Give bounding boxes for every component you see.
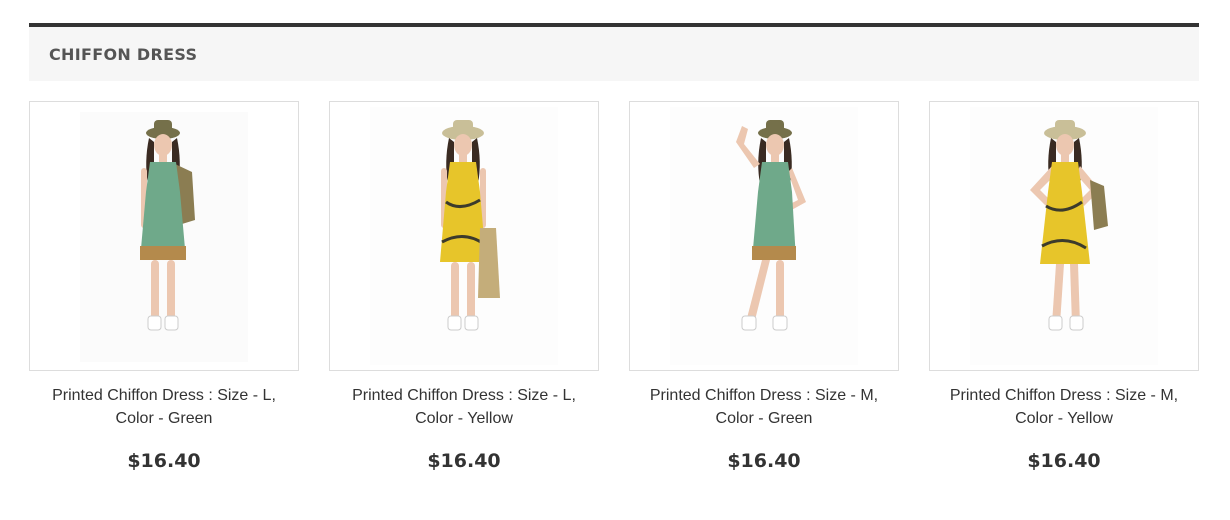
chiffon-dress-block: CHIFFON DRESS Printed Chiffon Dress: Si… [29, 23, 1199, 472]
block-header: CHIFFON DRESS [29, 23, 1199, 81]
product-card: Printed Chiffon Dress : Size - L, Color … [329, 101, 599, 472]
product-price: $16.40 [1027, 450, 1101, 472]
product-photo [370, 107, 558, 365]
product-card: Printed Chiffon Dress : Size - M, Color … [629, 101, 899, 472]
product-image-link[interactable] [329, 101, 599, 371]
product-photo [970, 107, 1158, 365]
product-name-link[interactable]: Printed Chiffon Dress : Size - M, Color … [642, 384, 887, 430]
product-photo [670, 107, 858, 365]
product-image-link[interactable] [929, 101, 1199, 371]
product-image-link[interactable] [29, 101, 299, 371]
product-card: Printed Chiffon Dress : Size - M, Color … [929, 101, 1199, 472]
product-name-link[interactable]: Printed Chiffon Dress : Size - M, Color … [942, 384, 1187, 430]
product-image-link[interactable] [629, 101, 899, 371]
product-name-link[interactable]: Printed Chiffon Dress : Size - L, Color … [342, 384, 587, 430]
product-price: $16.40 [127, 450, 201, 472]
product-price: $16.40 [727, 450, 801, 472]
product-price: $16.40 [427, 450, 501, 472]
product-name-link[interactable]: Printed Chiffon Dress : Size - L, Color … [42, 384, 287, 430]
block-title: CHIFFON DRESS [49, 44, 198, 64]
product-photo [80, 112, 248, 362]
product-card: Printed Chiffon Dress : Size - L, Color … [29, 101, 299, 472]
